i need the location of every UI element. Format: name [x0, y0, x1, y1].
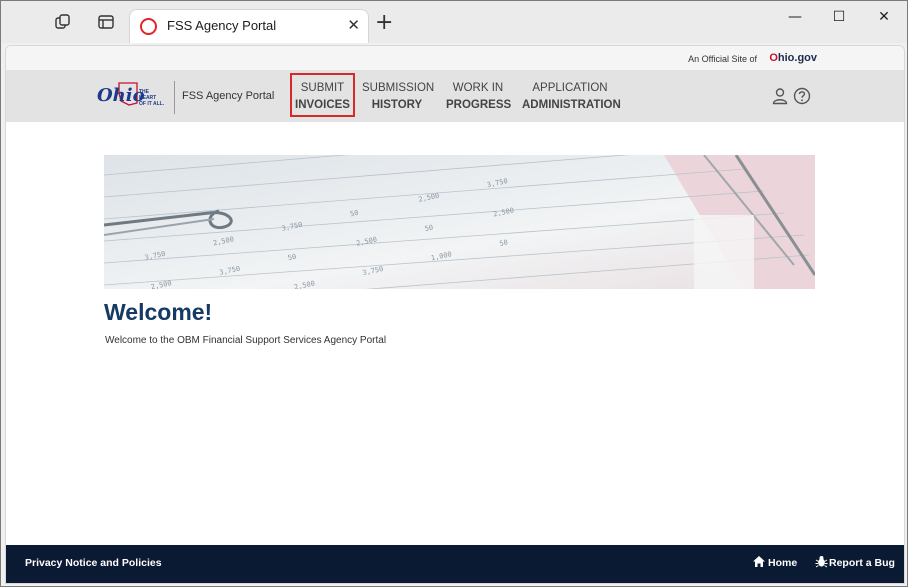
welcome-message: Welcome to the OBM Financial Support Ser… [105, 335, 387, 346]
close-window-button[interactable]: ✕ [866, 9, 902, 29]
main-navbar: Ohio THE HEART OF IT ALL. FSS Agency Por… [6, 70, 904, 122]
user-icon[interactable] [771, 87, 789, 105]
hero-illustration: 3,7502,5003,750502,5003,750 2,5003,75050… [104, 155, 815, 289]
portal-name[interactable]: FSS Agency Portal [182, 90, 274, 102]
ohio-gov-text: hio.gov [777, 52, 817, 64]
page-footer: Privacy Notice and Policies Home Report … [6, 545, 904, 583]
hero-image-spreadsheet: 3,750 2,500 3,750 50 2,500 3,750 2,500 3,750 50… [104, 155, 815, 289]
nav-application-administration[interactable]: APPLICATION ADMINISTRATION [522, 80, 621, 114]
nav-work-in-progress[interactable]: WORK IN PROGRESS [446, 80, 512, 114]
logo-divider [174, 81, 175, 114]
browser-window: FSS Agency Portal ✕ + — ☐ ✕ An Official … [0, 0, 908, 587]
nav-line1: WORK IN [452, 82, 504, 94]
nav-line2: ADMINISTRATION [522, 99, 621, 111]
official-site-bar: An Official Site of Ohio.gov [6, 46, 904, 70]
ohio-logo[interactable]: Ohio THE HEART OF IT ALL. [97, 82, 165, 113]
ohio-logo-tagline: THE HEART OF IT ALL. [139, 89, 164, 107]
nav-line2: PROGRESS [446, 99, 512, 111]
tab-actions-icon[interactable] [96, 13, 116, 33]
page-title: Welcome! [104, 299, 213, 325]
title-bar: FSS Agency Portal ✕ + — ☐ ✕ [1, 1, 907, 43]
page-content: An Official Site of Ohio.gov Ohio THE HE… [5, 45, 905, 584]
home-icon[interactable] [752, 555, 766, 571]
help-icon[interactable] [793, 87, 811, 105]
workspaces-icon[interactable] [53, 13, 73, 33]
minimize-button[interactable]: — [777, 9, 813, 29]
report-bug-link[interactable]: Report a Bug [829, 557, 895, 569]
browser-tab[interactable]: FSS Agency Portal ✕ [129, 9, 369, 43]
nav-submission-history[interactable]: SUBMISSION HISTORY [362, 80, 435, 114]
tab-close-icon[interactable]: ✕ [347, 16, 360, 34]
ohio-gov-o: O [769, 52, 778, 64]
nav-line1: SUBMISSION [362, 82, 435, 94]
tagline-3: OF IT ALL. [139, 101, 165, 107]
maximize-button[interactable]: ☐ [821, 9, 857, 29]
official-site-text: An Official Site of [688, 54, 757, 64]
nav-line2: INVOICES [295, 99, 350, 111]
bug-icon[interactable] [815, 555, 828, 571]
nav-line1: SUBMIT [300, 82, 345, 94]
privacy-link[interactable]: Privacy Notice and Policies [25, 557, 162, 569]
nav-line2: HISTORY [371, 99, 423, 111]
nav-submit-invoices[interactable]: SUBMIT INVOICES [292, 80, 353, 114]
ohio-logo-word: Ohio [97, 85, 145, 106]
nav-line1: APPLICATION [532, 82, 608, 94]
ohio-gov-link[interactable]: Ohio.gov [769, 52, 817, 64]
tab-title: FSS Agency Portal [167, 18, 277, 33]
home-link[interactable]: Home [768, 557, 797, 569]
tab-favicon-icon [140, 18, 157, 35]
new-tab-button[interactable]: + [375, 12, 393, 34]
